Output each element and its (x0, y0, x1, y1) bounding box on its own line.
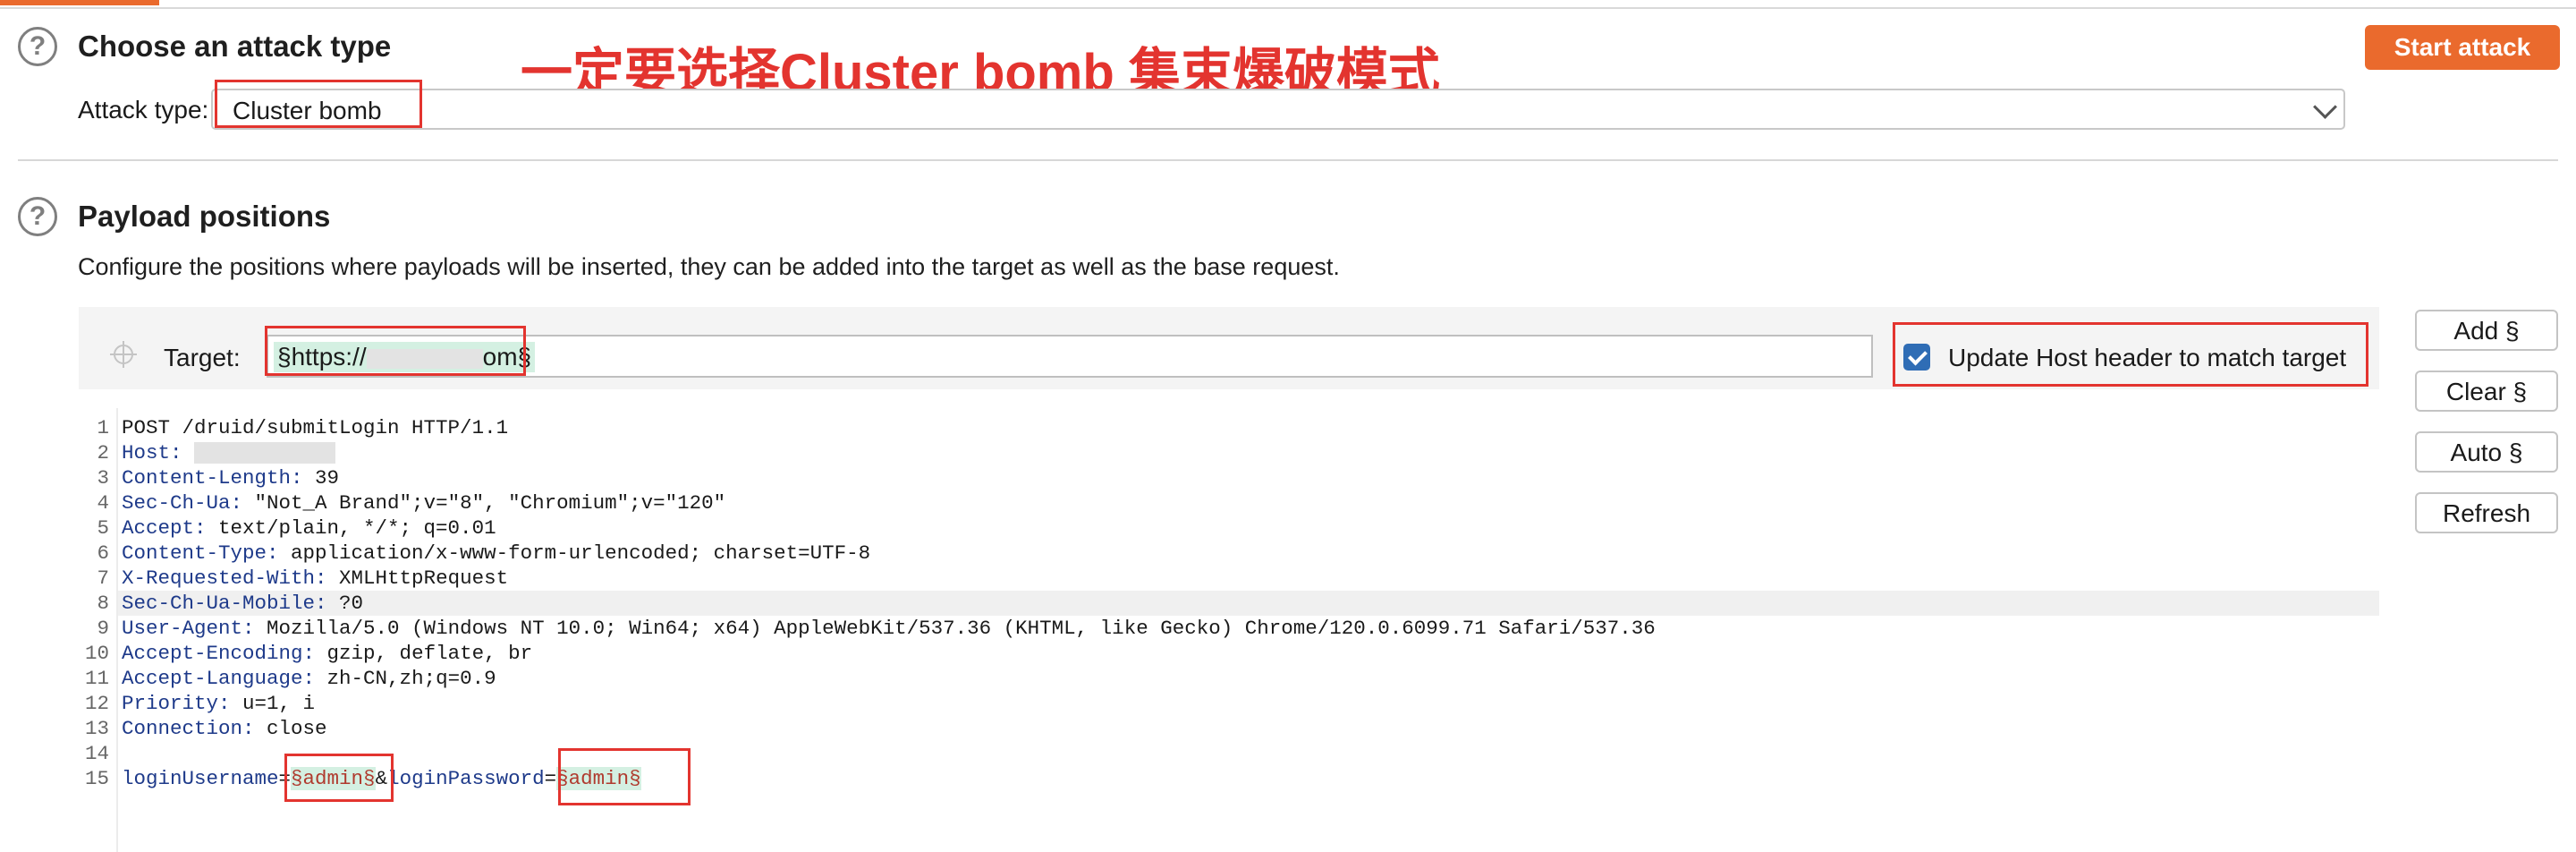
request-line: 9 User-Agent: Mozilla/5.0 (Windows NT 10.… (97, 617, 1656, 640)
request-line: 12 Priority: u=1, i (84, 692, 316, 715)
tab-underline (0, 0, 2576, 9)
refresh-button[interactable]: Refresh (2415, 492, 2558, 533)
payload-positions-description: Configure the positions where payloads w… (78, 253, 1340, 280)
request-line: 10 Accept-Encoding: gzip, deflate, br (84, 642, 533, 665)
add-marker-button[interactable]: Add § (2415, 310, 2558, 351)
crosshair-icon[interactable] (110, 341, 137, 368)
request-line: 6 Content-Type: application/x-www-form-ur… (97, 541, 871, 565)
current-line-highlight (118, 591, 2379, 616)
attack-type-label: Attack type: (78, 96, 209, 124)
request-line: 3 Content-Length: 39 (97, 466, 340, 490)
redacted-host (194, 442, 336, 464)
attack-type-title: Choose an attack type (78, 30, 392, 63)
request-line: 1 POST /druid/submitLogin HTTP/1.1 (97, 416, 509, 439)
request-line: 11 Accept-Language: zh-CN,zh;q=0.9 (84, 667, 496, 690)
attack-type-select[interactable] (211, 89, 2345, 130)
payload-positions-title: Payload positions (78, 200, 331, 233)
auto-marker-button[interactable]: Auto § (2415, 431, 2558, 473)
start-attack-button[interactable]: Start attack (2365, 25, 2560, 70)
request-line: 8 Sec-Ch-Ua-Mobile: ?0 (97, 592, 364, 615)
target-label: Target: (164, 344, 241, 371)
annotation-box-target (265, 326, 526, 376)
request-line: 5 Accept: text/plain, */*; q=0.01 (97, 516, 496, 540)
section-divider (18, 159, 2558, 161)
request-line: 2 Host: (72, 440, 336, 465)
annotation-box-password-payload (558, 748, 691, 805)
help-icon[interactable]: ? (18, 197, 57, 236)
annotation-box-update-host (1893, 322, 2368, 387)
request-line: 13 Connection: close (84, 717, 327, 740)
annotation-box-username-payload (284, 754, 394, 802)
tab-active-indicator (0, 0, 159, 5)
annotation-box-attack-type (215, 80, 422, 128)
request-line: 4 Sec-Ch-Ua: "Not_A Brand";v="8", "Chromi… (97, 491, 726, 515)
request-line: 14 (84, 742, 109, 765)
clear-marker-button[interactable]: Clear § (2415, 371, 2558, 412)
help-icon[interactable]: ? (18, 27, 57, 66)
request-line: 7 X-Requested-With: XMLHttpRequest (97, 567, 509, 590)
